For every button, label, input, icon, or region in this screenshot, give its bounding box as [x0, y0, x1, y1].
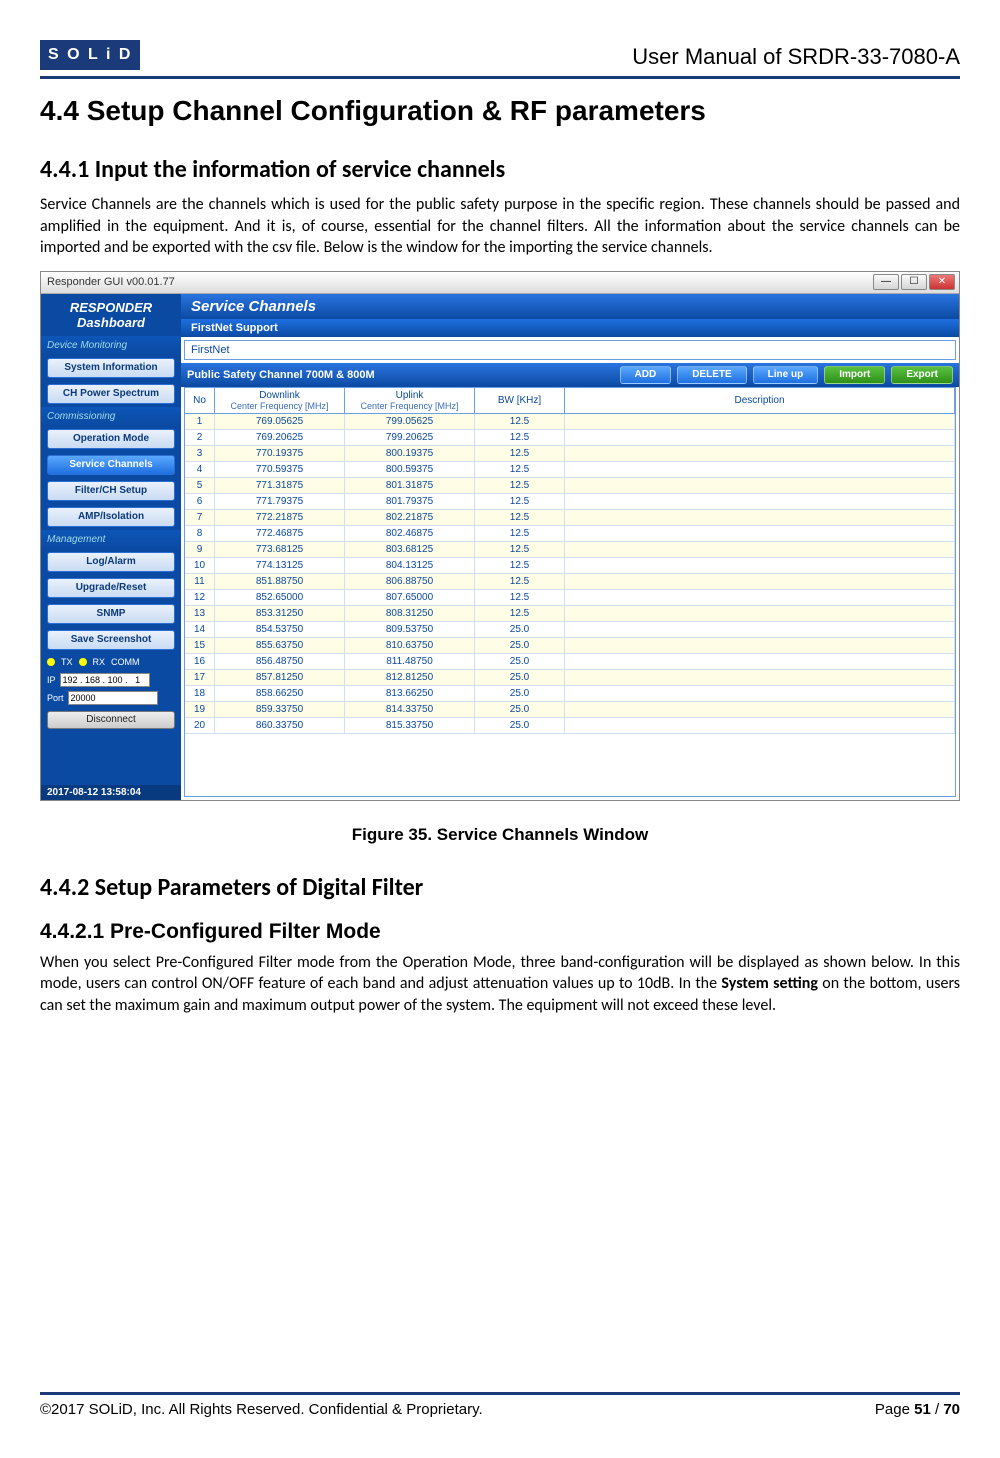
- section-4-4-2-1-body: When you select Pre-Configured Filter mo…: [40, 952, 960, 1017]
- window-title: Responder GUI v00.01.77: [47, 276, 175, 288]
- sidebar-item-snmp[interactable]: SNMP: [47, 604, 175, 624]
- table-row[interactable]: 17857.81250812.8125025.0: [185, 670, 955, 686]
- firstnet-header: FirstNet Support: [181, 319, 959, 337]
- disconnect-button[interactable]: Disconnect: [47, 711, 175, 729]
- table-row[interactable]: 18858.66250813.6625025.0: [185, 686, 955, 702]
- port-input[interactable]: [68, 691, 158, 705]
- table-row[interactable]: 1769.05625799.0562512.5: [185, 414, 955, 430]
- th-description: Description: [565, 388, 955, 413]
- page-footer: ©2017 SOLiD, Inc. All Rights Reserved. C…: [40, 1392, 960, 1418]
- table-row[interactable]: 6771.79375801.7937512.5: [185, 494, 955, 510]
- delete-button[interactable]: DELETE: [677, 366, 746, 384]
- channel-table-body: 1769.05625799.0562512.52769.20625799.206…: [184, 414, 956, 797]
- table-row[interactable]: 15855.63750810.6375025.0: [185, 638, 955, 654]
- logo: S O L i D: [40, 40, 140, 70]
- table-row[interactable]: 8772.46875802.4687512.5: [185, 526, 955, 542]
- led-tx-icon: [47, 658, 55, 666]
- figure-35-screenshot: Responder GUI v00.01.77 — ☐ ✕ RESPONDER …: [40, 271, 960, 801]
- table-row[interactable]: 4770.59375800.5937512.5: [185, 462, 955, 478]
- sidebar-timestamp: 2017-08-12 13:58:04: [41, 785, 181, 800]
- th-no: No: [185, 388, 215, 413]
- sidebar-item-system-information[interactable]: System Information: [47, 358, 175, 378]
- th-downlink: DownlinkCenter Frequency [MHz]: [215, 388, 345, 413]
- sidebar-item-amp-isolation[interactable]: AMP/Isolation: [47, 507, 175, 527]
- firstnet-field[interactable]: FirstNet: [184, 340, 956, 360]
- sidebar-item-service-channels[interactable]: Service Channels: [47, 455, 175, 475]
- page-header: S O L i D User Manual of SRDR-33-7080-A: [40, 40, 960, 79]
- channel-toolbar: Public Safety Channel 700M & 800M ADD DE…: [181, 363, 959, 387]
- figure-35-caption: Figure 35. Service Channels Window: [40, 825, 960, 845]
- sidebar-group-commissioning: Commissioning: [41, 407, 181, 426]
- table-row[interactable]: 13853.31250808.3125012.5: [185, 606, 955, 622]
- export-button[interactable]: Export: [891, 366, 953, 384]
- main-title: Service Channels: [181, 294, 959, 319]
- window-titlebar: Responder GUI v00.01.77 — ☐ ✕: [41, 272, 959, 294]
- section-4-4-2-heading: 4.4.2 Setup Parameters of Digital Filter: [40, 873, 960, 902]
- table-row[interactable]: 19859.33750814.3375025.0: [185, 702, 955, 718]
- th-uplink: UplinkCenter Frequency [MHz]: [345, 388, 475, 413]
- section-4-4-2-1-heading: 4.4.2.1 Pre-Configured Filter Mode: [40, 920, 960, 944]
- sidebar-group-management: Management: [41, 530, 181, 549]
- table-row[interactable]: 5771.31875801.3187512.5: [185, 478, 955, 494]
- main-panel: Service Channels FirstNet Support FirstN…: [181, 294, 959, 800]
- add-button[interactable]: ADD: [620, 366, 672, 384]
- sidebar: RESPONDER Dashboard Device Monitoring Sy…: [41, 294, 181, 800]
- table-row[interactable]: 9773.68125803.6812512.5: [185, 542, 955, 558]
- ip-row: IP: [41, 671, 181, 689]
- sidebar-led-row: TX RX COMM: [41, 653, 181, 671]
- table-row[interactable]: 3770.19375800.1937512.5: [185, 446, 955, 462]
- table-row[interactable]: 11851.88750806.8875012.5: [185, 574, 955, 590]
- channel-table-header: No DownlinkCenter Frequency [MHz] Uplink…: [184, 387, 956, 414]
- th-bw: BW [KHz]: [475, 388, 565, 413]
- table-row[interactable]: 7772.21875802.2187512.5: [185, 510, 955, 526]
- table-row[interactable]: 2769.20625799.2062512.5: [185, 430, 955, 446]
- ip-input[interactable]: [60, 673, 150, 687]
- sidebar-item-filter-ch-setup[interactable]: Filter/CH Setup: [47, 481, 175, 501]
- window-close-button[interactable]: ✕: [929, 274, 955, 290]
- window-min-button[interactable]: —: [873, 274, 899, 290]
- doc-title: User Manual of SRDR-33-7080-A: [632, 44, 960, 70]
- footer-page: Page 51 / 70: [875, 1401, 960, 1418]
- sidebar-item-log-alarm[interactable]: Log/Alarm: [47, 552, 175, 572]
- led-rx-icon: [79, 658, 87, 666]
- lineup-button[interactable]: Line up: [753, 366, 819, 384]
- sidebar-item-upgrade-reset[interactable]: Upgrade/Reset: [47, 578, 175, 598]
- table-row[interactable]: 20860.33750815.3375025.0: [185, 718, 955, 734]
- section-4-4-heading: 4.4 Setup Channel Configuration & RF par…: [40, 95, 960, 127]
- table-row[interactable]: 12852.65000807.6500012.5: [185, 590, 955, 606]
- sidebar-item-operation-mode[interactable]: Operation Mode: [47, 429, 175, 449]
- channel-toolbar-label: Public Safety Channel 700M & 800M: [187, 369, 375, 381]
- table-row[interactable]: 16856.48750811.4875025.0: [185, 654, 955, 670]
- section-4-4-1-heading: 4.4.1 Input the information of service c…: [40, 155, 960, 184]
- import-button[interactable]: Import: [824, 366, 885, 384]
- sidebar-brand: RESPONDER Dashboard: [41, 294, 181, 336]
- window-max-button[interactable]: ☐: [901, 274, 927, 290]
- port-row: Port: [41, 689, 181, 707]
- sidebar-group-device-monitoring: Device Monitoring: [41, 336, 181, 355]
- sidebar-item-ch-power-spectrum[interactable]: CH Power Spectrum: [47, 384, 175, 404]
- table-row[interactable]: 14854.53750809.5375025.0: [185, 622, 955, 638]
- section-4-4-1-body: Service Channels are the channels which …: [40, 194, 960, 259]
- footer-copyright: ©2017 SOLiD, Inc. All Rights Reserved. C…: [40, 1401, 483, 1418]
- table-row[interactable]: 10774.13125804.1312512.5: [185, 558, 955, 574]
- sidebar-item-save-screenshot[interactable]: Save Screenshot: [47, 630, 175, 650]
